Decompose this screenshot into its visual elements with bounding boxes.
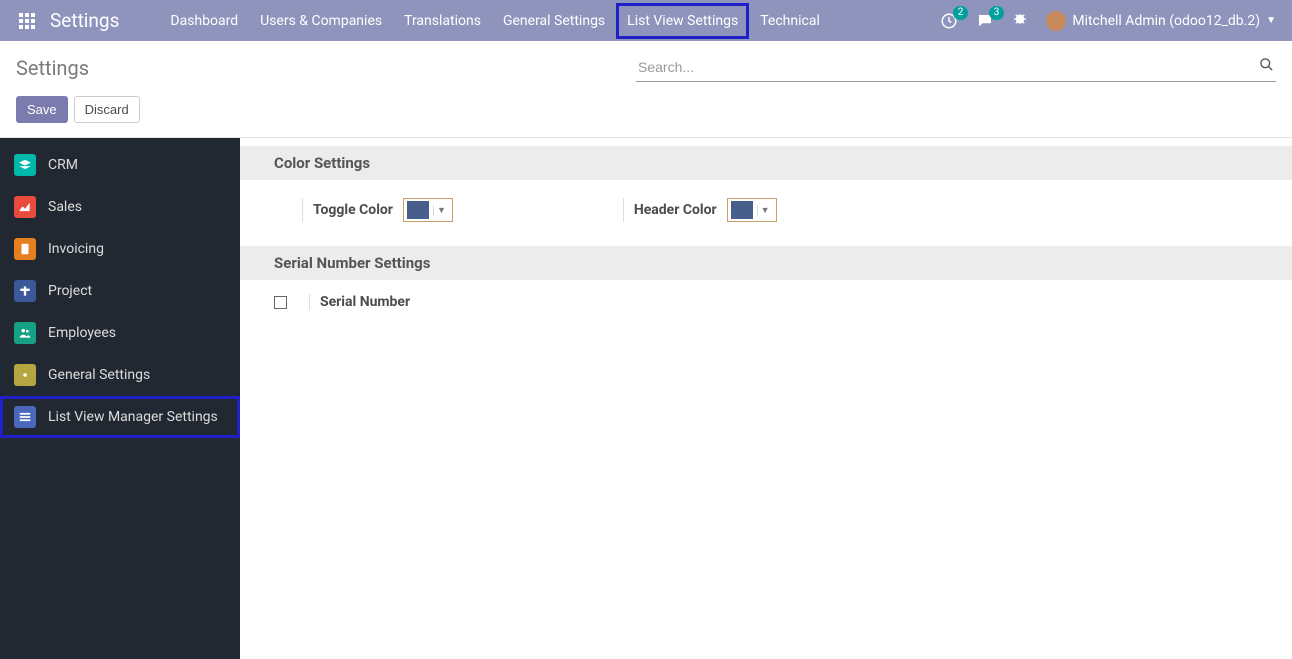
page-title: Settings — [16, 56, 89, 80]
activities-icon[interactable]: 2 — [940, 12, 958, 30]
toggle-color-field: Toggle Color ▼ — [302, 198, 453, 222]
sidebar-item-invoicing[interactable]: Invoicing — [0, 228, 240, 270]
settings-content: Color Settings Toggle Color ▼ Header Col… — [240, 138, 1292, 659]
sales-icon — [14, 196, 36, 218]
serial-number-checkbox[interactable] — [274, 296, 287, 309]
dropdown-caret-icon: ▼ — [757, 205, 773, 216]
toggle-color-swatch — [407, 201, 429, 219]
messages-icon[interactable]: 3 — [976, 12, 994, 30]
user-avatar-icon — [1046, 11, 1066, 31]
menu-list-view-settings[interactable]: List View Settings — [616, 3, 749, 39]
sidebar-item-project[interactable]: Project — [0, 270, 240, 312]
control-panel: Settings Save Discard — [0, 41, 1292, 138]
navbar-menu: Dashboard Users & Companies Translations… — [159, 3, 830, 39]
control-panel-buttons: Save Discard — [16, 96, 140, 123]
debug-icon[interactable] — [1012, 11, 1028, 31]
menu-technical[interactable]: Technical — [749, 3, 831, 39]
sidebar-item-label: Sales — [48, 199, 82, 215]
menu-general-settings[interactable]: General Settings — [492, 3, 616, 39]
user-menu[interactable]: Mitchell Admin (odoo12_db.2) ▼ — [1046, 11, 1276, 31]
messages-badge: 3 — [989, 6, 1005, 20]
sidebar-item-label: Project — [48, 283, 92, 299]
employees-icon — [14, 322, 36, 344]
sidebar-item-sales[interactable]: Sales — [0, 186, 240, 228]
sidebar-item-employees[interactable]: Employees — [0, 312, 240, 354]
list-view-icon — [14, 406, 36, 428]
save-button[interactable]: Save — [16, 96, 68, 123]
activities-badge: 2 — [953, 6, 969, 20]
header-color-swatch — [731, 201, 753, 219]
search-input[interactable] — [636, 53, 1276, 82]
app-brand-title: Settings — [50, 9, 119, 32]
apps-launcher-icon[interactable] — [16, 10, 38, 32]
sidebar-item-general-settings[interactable]: General Settings — [0, 354, 240, 396]
top-navbar: Settings Dashboard Users & Companies Tra… — [0, 0, 1292, 41]
body-layout: CRM Sales Invoicing Project Employees Ge… — [0, 138, 1292, 659]
sidebar-item-label: Invoicing — [48, 241, 104, 257]
toggle-color-picker[interactable]: ▼ — [403, 198, 453, 222]
caret-down-icon: ▼ — [1266, 15, 1276, 26]
discard-button[interactable]: Discard — [74, 96, 140, 123]
menu-translations[interactable]: Translations — [393, 3, 492, 39]
section-header-serial-number: Serial Number Settings — [240, 246, 1292, 280]
menu-dashboard[interactable]: Dashboard — [159, 3, 249, 39]
toggle-color-label: Toggle Color — [313, 202, 393, 218]
invoicing-icon — [14, 238, 36, 260]
sidebar-item-label: CRM — [48, 157, 78, 173]
project-icon — [14, 280, 36, 302]
serial-number-label: Serial Number — [320, 294, 410, 310]
sidebar-item-label: List View Manager Settings — [48, 409, 218, 425]
serial-number-body: Serial Number — [240, 280, 1292, 334]
search-container — [636, 53, 1276, 82]
sidebar-item-list-view-manager[interactable]: List View Manager Settings — [0, 396, 240, 438]
color-settings-body: Toggle Color ▼ Header Color ▼ — [240, 180, 1292, 246]
search-icon[interactable] — [1259, 57, 1274, 76]
menu-users-companies[interactable]: Users & Companies — [249, 3, 393, 39]
navbar-right: 2 3 Mitchell Admin (odoo12_db.2) ▼ — [940, 11, 1276, 31]
gear-icon — [14, 364, 36, 386]
dropdown-caret-icon: ▼ — [433, 205, 449, 216]
sidebar-item-crm[interactable]: CRM — [0, 144, 240, 186]
sidebar-item-label: General Settings — [48, 367, 150, 383]
crm-icon — [14, 154, 36, 176]
header-color-field: Header Color ▼ — [623, 198, 777, 222]
header-color-label: Header Color — [634, 202, 717, 218]
settings-sidebar: CRM Sales Invoicing Project Employees Ge… — [0, 138, 240, 659]
section-header-color-settings: Color Settings — [240, 146, 1292, 180]
header-color-picker[interactable]: ▼ — [727, 198, 777, 222]
sidebar-item-label: Employees — [48, 325, 116, 341]
user-name-label: Mitchell Admin (odoo12_db.2) — [1072, 13, 1260, 29]
